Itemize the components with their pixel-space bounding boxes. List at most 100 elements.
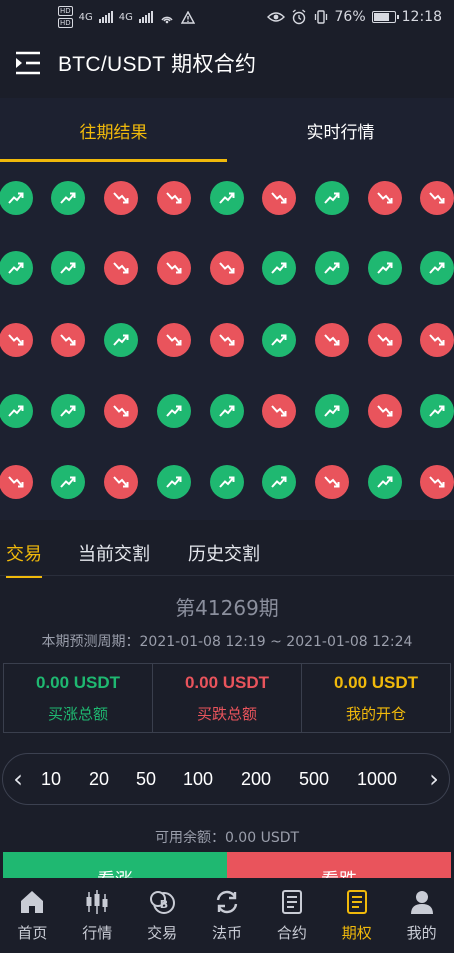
tab-live-market[interactable]: 实时行情 [227, 98, 454, 162]
amount-option-200[interactable]: 200 [241, 769, 271, 790]
sim-label-2: HD [58, 18, 73, 28]
alarm-icon [292, 9, 305, 25]
nav-market-label: 行情 [82, 924, 113, 942]
result-down-icon [157, 323, 191, 357]
home-icon [21, 891, 44, 913]
chevron-right-icon[interactable]: › [421, 765, 447, 793]
total-buy-down: 0.00 USDT 买跌总额 [153, 664, 302, 732]
result-down-icon [51, 323, 85, 357]
result-down-icon [0, 465, 33, 499]
result-up-icon [51, 465, 85, 499]
result-down-icon [0, 323, 33, 357]
result-up-icon [420, 394, 454, 428]
nav-mine[interactable]: 我的 [389, 878, 454, 953]
amount-option-10[interactable]: 10 [41, 769, 61, 790]
network-type-1: 4G [78, 11, 93, 23]
battery-fill [373, 13, 389, 21]
chevron-left-icon[interactable]: ‹ [5, 765, 31, 793]
bitcoin-coins-icon: B [150, 891, 176, 914]
result-up-icon [368, 251, 402, 285]
nav-home[interactable]: 首页 [0, 878, 65, 953]
result-up-icon [157, 465, 191, 499]
totals-panel: 0.00 USDT 买涨总额 0.00 USDT 买跌总额 0.00 USDT … [3, 663, 451, 733]
nav-contract[interactable]: 合约 [259, 878, 324, 953]
exchange-icon [216, 890, 238, 914]
status-left: HD HD 4G 4G [58, 6, 195, 28]
battery-icon [371, 11, 399, 23]
result-down-icon [368, 323, 402, 357]
user-icon [410, 891, 433, 914]
total-buy-up-value: 0.00 USDT [35, 672, 121, 692]
candlestick-icon [86, 890, 108, 914]
nav-contract-label: 合约 [276, 924, 307, 942]
result-up-icon [51, 394, 85, 428]
result-down-icon [262, 394, 296, 428]
available-balance: 可用余额：0.00 USDT [154, 830, 300, 846]
result-up-icon [210, 181, 244, 215]
tab-past-results[interactable]: 往期结果 [0, 98, 227, 162]
result-tabs: 往期结果 实时行情 [0, 98, 454, 162]
result-up-icon [210, 394, 244, 428]
hotspot-icon [161, 16, 173, 24]
period-range: 本期预测周期：2021-01-08 12:19 ~ 2021-01-08 12:… [41, 634, 413, 650]
amount-option-1000[interactable]: 1000 [357, 769, 397, 790]
amount-option-50[interactable]: 50 [136, 769, 156, 790]
contract-doc-icon [281, 890, 302, 914]
result-down-icon [157, 251, 191, 285]
result-down-icon [420, 323, 454, 357]
result-down-icon [104, 181, 138, 215]
tab-history-delivery[interactable]: 历史交割 [188, 540, 260, 566]
sim-indicator: HD HD [58, 6, 73, 28]
signal-icon-1 [98, 11, 113, 23]
total-buy-down-value: 0.00 USDT [184, 672, 270, 692]
amount-option-500[interactable]: 500 [299, 769, 329, 790]
result-up-icon [104, 323, 138, 357]
result-down-icon [104, 251, 138, 285]
result-down-icon [368, 181, 402, 215]
result-up-icon [262, 251, 296, 285]
result-up-icon [262, 323, 296, 357]
result-up-icon [315, 181, 349, 215]
result-down-icon [104, 394, 138, 428]
result-up-icon [157, 394, 191, 428]
options-doc-icon [346, 890, 367, 914]
trade-tabs: 交易 当前交割 历史交割 [0, 528, 454, 578]
sim-label-1: HD [58, 6, 73, 16]
result-up-icon [315, 251, 349, 285]
amount-option-20[interactable]: 20 [89, 769, 109, 790]
result-down-icon [420, 181, 454, 215]
svg-text:B: B [160, 898, 168, 911]
amount-option-100[interactable]: 100 [183, 769, 213, 790]
page-title: BTC/USDT 期权合约 [58, 53, 257, 76]
bottom-nav: 首页 行情 B 交易 法币 合约 期权 我的 [0, 878, 454, 953]
battery-percent: 76% [334, 9, 366, 25]
result-up-icon [51, 181, 85, 215]
eye-icon [266, 12, 285, 22]
status-right: 76% 12:18 [266, 9, 442, 25]
nav-fiat[interactable]: 法币 [195, 878, 260, 953]
result-down-icon [420, 465, 454, 499]
result-up-icon [0, 251, 33, 285]
warning-icon [180, 10, 195, 24]
result-down-icon [157, 181, 191, 215]
result-up-icon [368, 465, 402, 499]
nav-mine-label: 我的 [406, 924, 437, 942]
status-bar: HD HD 4G 4G 76% 12:18 [0, 0, 454, 36]
result-down-icon [104, 465, 138, 499]
result-down-icon [368, 394, 402, 428]
tab-trade[interactable]: 交易 [6, 540, 42, 578]
my-position-value: 0.00 USDT [333, 672, 419, 692]
my-position: 0.00 USDT 我的开仓 [302, 664, 450, 732]
nav-trade-label: 交易 [147, 924, 178, 942]
amount-selector: ‹ 10 20 50 100 200 500 1000 › [2, 753, 450, 805]
result-up-icon [420, 251, 454, 285]
menu-collapse-icon[interactable] [14, 50, 42, 76]
app-header: BTC/USDT 期权合约 [0, 36, 454, 90]
nav-options[interactable]: 期权 [324, 878, 389, 953]
tab-current-delivery[interactable]: 当前交割 [78, 540, 150, 566]
result-up-icon [262, 465, 296, 499]
result-down-icon [262, 181, 296, 215]
result-up-icon [315, 394, 349, 428]
nav-market[interactable]: 行情 [65, 878, 130, 953]
nav-trade[interactable]: B 交易 [130, 878, 195, 953]
